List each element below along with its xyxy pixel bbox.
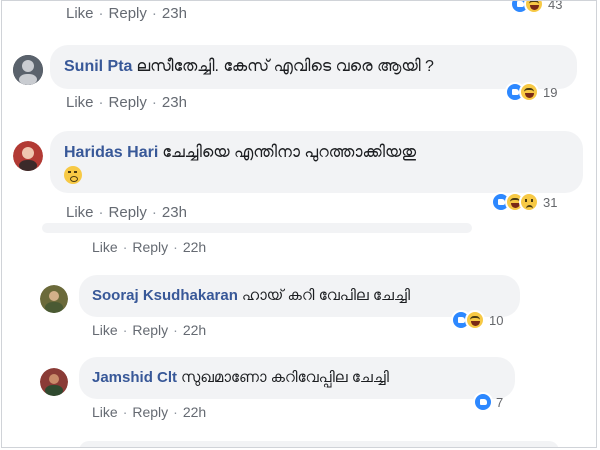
reply-actions: Like · Reply · 22h xyxy=(92,322,207,338)
sad-icon xyxy=(519,192,539,212)
comment-actions-top: Like · Reply · 23h xyxy=(66,5,187,22)
like-link[interactable]: Like xyxy=(66,5,94,22)
like-link[interactable]: Like xyxy=(92,404,118,420)
reply-bubble: Jamshid Clt സുഖമാണോ കറിവേപ്പില ചേച്ചി xyxy=(79,357,515,399)
reaction-summary[interactable]: 10 xyxy=(451,309,503,331)
reply-bubble-partial xyxy=(79,441,559,447)
avatar[interactable] xyxy=(40,285,68,313)
comment-time[interactable]: 23h xyxy=(162,204,187,221)
avatar[interactable] xyxy=(13,141,43,171)
comment-text: ചേച്ചിയെ എന്തിനാ പുറത്താക്കിയതു xyxy=(162,144,417,161)
reply-link[interactable]: Reply xyxy=(109,204,147,221)
comment-author[interactable]: Sooraj Ksudhakaran xyxy=(92,287,238,304)
comment-actions: Like · Reply · 23h xyxy=(66,204,187,221)
reply-link[interactable]: Reply xyxy=(109,5,147,22)
comment-author[interactable]: Jamshid Clt xyxy=(92,369,177,386)
reply-link[interactable]: Reply xyxy=(132,404,168,420)
comment-thread: Like · Reply · 23h 43 Sunil Pta ലസീതേച്ചി. കേ… xyxy=(1,0,597,448)
comment-text: ലസീതേച്ചി. കേസ് എവിടെ വരെ ആയി ? xyxy=(136,58,434,75)
haha-icon xyxy=(465,310,485,330)
reply-bubble-partial xyxy=(42,223,472,233)
like-link[interactable]: Like xyxy=(92,322,118,338)
reply-link[interactable]: Reply xyxy=(109,94,147,111)
comment-bubble: Sunil Pta ലസീതേച്ചി. കേസ് എവിടെ വരെ ആയി ? xyxy=(50,45,577,89)
reply-actions: Like · Reply · 22h xyxy=(92,404,207,420)
haha-icon xyxy=(524,1,544,14)
comment-author[interactable]: Haridas Hari xyxy=(64,144,158,161)
comment-text: ഹായ് കറി വേപില ചേച്ചി xyxy=(241,287,410,304)
comment-bubble: Haridas Hari ചേച്ചിയെ എന്തിനാ പുറത്താക്കി… xyxy=(50,131,583,193)
like-icon xyxy=(473,392,493,412)
comment-time[interactable]: 23h xyxy=(162,5,187,22)
comment-actions: Like · Reply · 23h xyxy=(66,94,187,111)
reaction-summary[interactable]: 19 xyxy=(505,81,557,103)
reply-actions: Like · Reply · 22h xyxy=(92,239,207,255)
reaction-summary[interactable]: 7 xyxy=(473,391,503,413)
reaction-count: 43 xyxy=(548,0,563,12)
like-link[interactable]: Like xyxy=(92,239,118,255)
comment-text: സുഖമാണോ കറിവേപ്പില ചേച്ചി xyxy=(181,369,389,386)
reply-link[interactable]: Reply xyxy=(132,239,168,255)
reaction-count: 31 xyxy=(543,194,558,210)
reaction-count: 10 xyxy=(489,312,504,328)
reaction-summary[interactable]: 31 xyxy=(491,191,557,213)
comment-time[interactable]: 22h xyxy=(183,239,206,255)
comment-time[interactable]: 22h xyxy=(183,322,206,338)
reaction-count: 19 xyxy=(543,84,558,100)
avatar[interactable] xyxy=(13,55,43,85)
reply-link[interactable]: Reply xyxy=(132,322,168,338)
thinking-face-icon xyxy=(64,166,82,184)
reaction-count: 7 xyxy=(496,394,504,410)
comment-time[interactable]: 22h xyxy=(183,404,206,420)
haha-icon xyxy=(519,82,539,102)
reaction-summary[interactable]: 43 xyxy=(510,0,563,15)
comment-time[interactable]: 23h xyxy=(162,94,187,111)
comment-author[interactable]: Sunil Pta xyxy=(64,58,132,75)
avatar[interactable] xyxy=(40,368,68,396)
like-link[interactable]: Like xyxy=(66,94,94,111)
like-link[interactable]: Like xyxy=(66,204,94,221)
